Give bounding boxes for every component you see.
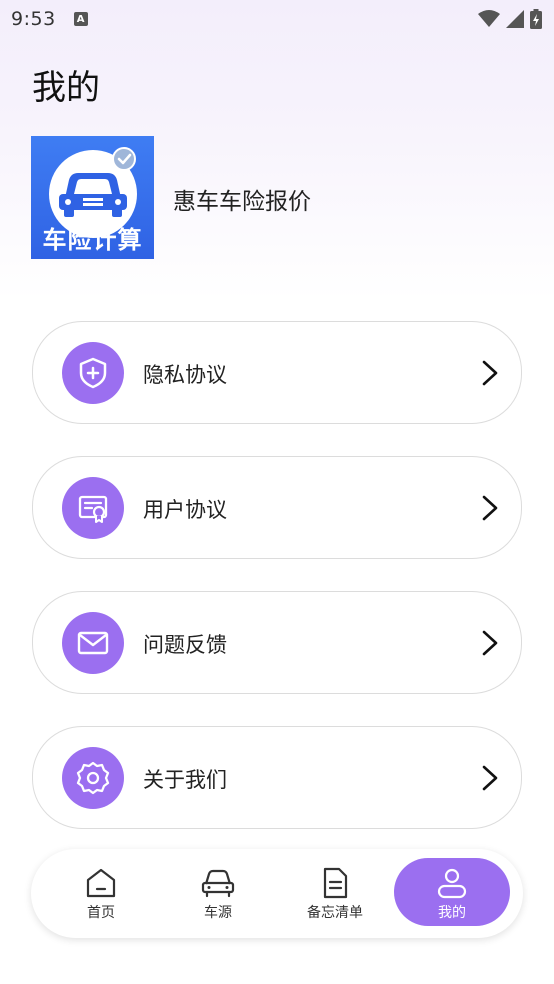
nav-label: 车源 [204,905,232,921]
menu-item-about-us[interactable]: 关于我们 [32,726,522,829]
menu-item-label: 问题反馈 [143,633,227,657]
status-left: 9:53 A [11,8,88,30]
chevron-right-icon [482,360,498,386]
shield-plus-icon [62,342,124,404]
car-icon [201,869,235,898]
notification-icon: A [73,12,88,26]
user-icon [437,868,467,899]
status-time: 9:53 [11,8,56,30]
wifi-icon [478,10,500,27]
app-logo: 车险计算 [31,136,154,259]
nav-item-home[interactable]: 首页 [43,858,159,926]
menu-item-feedback[interactable]: 问题反馈 [32,591,522,694]
menu-item-privacy-policy[interactable]: 隐私协议 [32,321,522,424]
nav-item-memo-list[interactable]: 备忘清单 [277,858,393,926]
menu-item-label: 隐私协议 [143,363,227,387]
signal-icon [506,10,524,28]
bottom-nav: 首页 车源 备忘清单 我的 [31,849,523,938]
chevron-right-icon [482,495,498,521]
home-icon [86,868,116,898]
chevron-right-icon [482,765,498,791]
gear-icon [62,747,124,809]
status-bar: 9:53 A [0,0,554,38]
nav-label: 我的 [438,905,466,921]
chevron-right-icon [482,630,498,656]
nav-label: 首页 [87,905,115,921]
menu-item-label: 关于我们 [143,768,227,792]
status-right [478,9,542,29]
app-logo-text: 车险计算 [42,226,143,254]
nav-label: 备忘清单 [307,905,363,921]
certificate-icon [62,477,124,539]
page-title: 我的 [32,68,100,108]
profile-screen: 9:53 A 我的 车险计算 惠车车险报价 隐私协议 用户协议 问题反馈 关于我… [0,0,554,984]
battery-icon [530,9,542,29]
menu-item-label: 用户协议 [143,498,227,522]
document-icon [323,867,348,899]
app-name: 惠车车险报价 [173,189,311,215]
nav-item-car-source[interactable]: 车源 [160,858,276,926]
menu-item-user-agreement[interactable]: 用户协议 [32,456,522,559]
mail-icon [62,612,124,674]
nav-item-mine[interactable]: 我的 [394,858,510,926]
